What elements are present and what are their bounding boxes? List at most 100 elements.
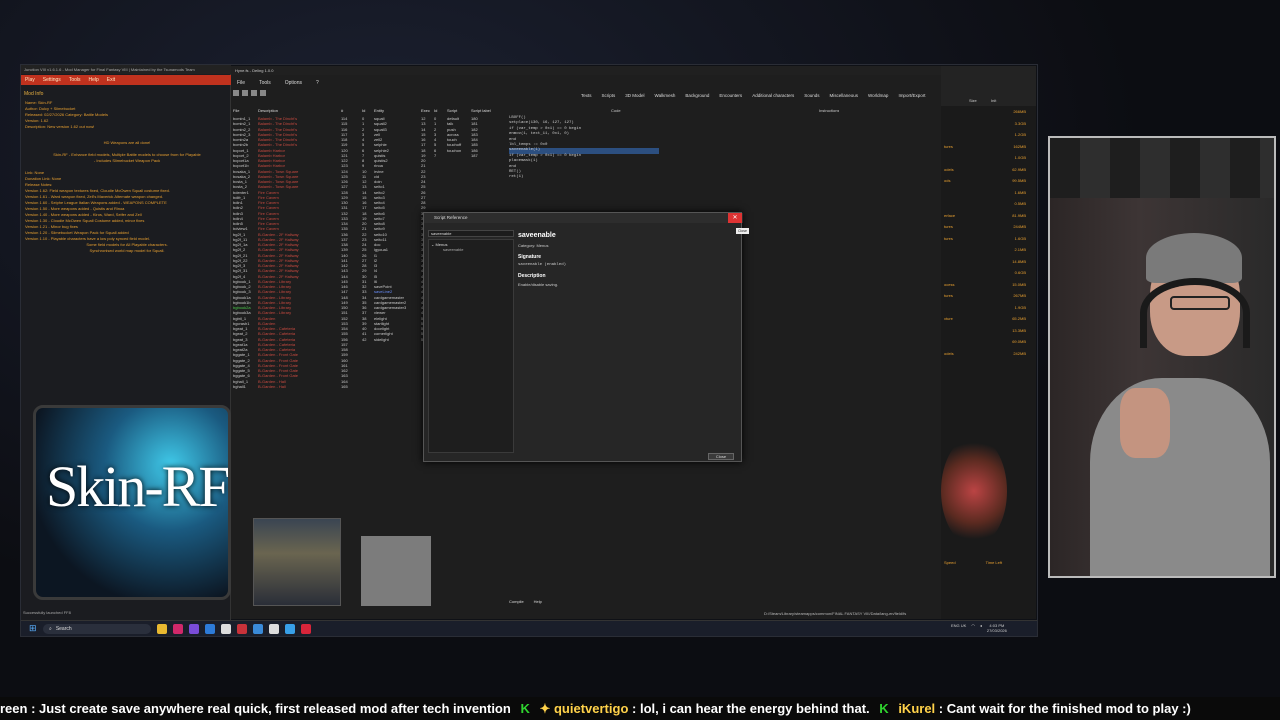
catalog-row[interactable]: 14.8MB xyxy=(941,256,1036,268)
language-indicator[interactable]: ENG UK xyxy=(951,623,966,633)
windows-taskbar: ⊞ ⌕ Search ENG UK ◠ ◂ 4:03 PM 27/03/2026 xyxy=(21,620,1037,636)
menu-file[interactable]: File xyxy=(237,80,245,86)
script-row-id[interactable]: 7 xyxy=(434,153,446,158)
menu-settings[interactable]: Settings xyxy=(43,77,61,83)
open-icon[interactable] xyxy=(233,90,239,96)
tab-3d-model[interactable]: 3D Model xyxy=(625,93,644,98)
catalog-row[interactable]: tures 267MB xyxy=(941,290,1036,302)
file-row-id[interactable]: 165 xyxy=(341,384,353,389)
app-icon[interactable] xyxy=(253,624,263,634)
tree-item-saveenable[interactable]: saveenable xyxy=(431,247,511,252)
menu-tools[interactable]: Tools xyxy=(259,80,271,86)
headphones xyxy=(1140,278,1250,348)
file-column-header[interactable]: File xyxy=(233,108,257,116)
entity-row-name[interactable]: sidelight xyxy=(374,337,420,342)
tab-sounds[interactable]: Sounds xyxy=(804,93,819,98)
app-icon[interactable] xyxy=(189,624,199,634)
catalog-row[interactable]: 3.3GB xyxy=(941,118,1036,130)
entity-id-header[interactable]: Id xyxy=(362,108,372,116)
entity-exec-header[interactable]: Exec xyxy=(421,108,431,116)
save-icon[interactable] xyxy=(242,90,248,96)
tab-walkmesh[interactable]: Walkmesh xyxy=(655,93,676,98)
catalog-row[interactable]: 13.3MB xyxy=(941,325,1036,337)
tab-scripts[interactable]: Scripts xyxy=(602,93,616,98)
compile-button[interactable]: Compile xyxy=(509,599,524,604)
app-icon[interactable] xyxy=(173,624,183,634)
windows-start-icon[interactable]: ⊞ xyxy=(29,624,38,633)
catalog-row[interactable]: tures 162MB xyxy=(941,141,1036,153)
streamer-body xyxy=(1090,378,1270,576)
catalog-row[interactable]: 1.6MB xyxy=(941,187,1036,199)
status-bar: Successfully launched FF8 xyxy=(23,610,71,615)
catalog-row[interactable]: odels 242MB xyxy=(941,348,1036,360)
tab-additional-characters[interactable]: Additional characters xyxy=(752,93,794,98)
entity-list-ids: Id 0 1 2 3 4 5 6 7 8 9 10 11 12 13 14 15 16 17 18 19 20 21 22 23… xyxy=(362,108,372,548)
entity-row-id[interactable]: 42 xyxy=(362,337,372,342)
catalog-row-size: 244MB xyxy=(1013,224,1026,229)
catalog-row[interactable]: odels 62.9MB xyxy=(941,164,1036,176)
preview-thumbnail xyxy=(941,436,1007,546)
script-row-label[interactable]: 187 xyxy=(471,153,505,158)
catalog-row[interactable]: 0.6GB xyxy=(941,267,1036,279)
catalog-row[interactable]: 266MB xyxy=(941,106,1036,118)
tab-import-export[interactable]: Import/Export xyxy=(898,93,925,98)
catalog-row[interactable]: ocess 15.0MB xyxy=(941,279,1036,291)
app-icon[interactable] xyxy=(285,624,295,634)
volume-icon[interactable]: ◂ xyxy=(980,623,982,633)
file-explorer-icon[interactable] xyxy=(157,624,167,634)
catalog-row[interactable]: 2.1MB xyxy=(941,244,1036,256)
download-stats: Speed Time Left xyxy=(941,560,1036,565)
tab-encounters[interactable]: Encounters xyxy=(719,93,742,98)
close-button[interactable]: Close xyxy=(708,453,734,460)
tab-background[interactable]: Background xyxy=(685,93,709,98)
code-editor[interactable]: LBOFF() setplace(130, 16, 127, 127) if (… xyxy=(509,116,659,186)
code-line: ret(1) xyxy=(509,175,524,180)
menu-options[interactable]: Options xyxy=(285,80,302,86)
clock[interactable]: 4:03 PM 27/03/2026 xyxy=(987,623,1007,633)
mod-info-panel: Name: Skin-RF Author: Dulcy + Slimebucke… xyxy=(25,100,229,254)
description-column-header[interactable]: Description xyxy=(258,108,340,116)
file-row-description[interactable]: B-Garden - Hall xyxy=(258,384,340,389)
catalog-row[interactable]: 1.9GB xyxy=(941,302,1036,314)
script-id-header[interactable]: Id xyxy=(434,108,446,116)
taskbar-search[interactable]: ⌕ Search xyxy=(43,624,151,634)
tab-texts[interactable]: Texts xyxy=(581,93,592,98)
function-category: Category: Menus xyxy=(518,243,549,248)
obs-icon[interactable] xyxy=(221,624,231,634)
entity-name-header[interactable]: Entity xyxy=(374,108,420,116)
script-label-header[interactable]: Script label xyxy=(471,108,505,116)
init-header[interactable]: Init xyxy=(991,98,996,103)
steam-icon[interactable] xyxy=(205,624,215,634)
export-icon[interactable] xyxy=(260,90,266,96)
help-button[interactable]: Help xyxy=(534,599,542,604)
file-row-name[interactable]: bghall1 xyxy=(233,384,257,389)
app-icon[interactable] xyxy=(269,624,279,634)
catalog-row-size: 13.3MB xyxy=(1012,327,1026,333)
catalog-row[interactable]: 1.2GB xyxy=(941,129,1036,141)
catalog-row[interactable]: ods 99.5MB xyxy=(941,175,1036,187)
catalog-row[interactable]: xture 65.2MB xyxy=(941,313,1036,325)
tab-worldmap[interactable]: Worldmap xyxy=(868,93,888,98)
script-row-name[interactable]: touchon xyxy=(447,148,469,153)
search-input[interactable] xyxy=(428,230,514,237)
menu-about[interactable]: ? xyxy=(316,80,319,86)
size-header[interactable]: Size xyxy=(969,98,977,103)
wifi-icon[interactable]: ◠ xyxy=(971,623,975,633)
catalog-row[interactable]: tures 244MB xyxy=(941,221,1036,233)
close-icon[interactable]: ✕ xyxy=(728,213,742,223)
catalog-row[interactable]: erface 81.9MB xyxy=(941,210,1036,222)
catalog-row[interactable]: 0.5MB xyxy=(941,198,1036,210)
catalog-row[interactable]: 69.0MB xyxy=(941,336,1036,348)
menu-exit[interactable]: Exit xyxy=(107,77,115,83)
menu-tools[interactable]: Tools xyxy=(69,77,81,83)
app-icon[interactable] xyxy=(237,624,247,634)
save-as-icon[interactable] xyxy=(251,90,257,96)
menu-play[interactable]: Play xyxy=(25,77,35,83)
tab-miscellaneous[interactable]: Miscellaneous xyxy=(829,93,858,98)
id-column-header[interactable]: # xyxy=(341,108,353,116)
script-name-header[interactable]: Script xyxy=(447,108,469,116)
menu-help[interactable]: Help xyxy=(89,77,99,83)
catalog-row[interactable]: tures 1.6GB xyxy=(941,233,1036,245)
catalog-row[interactable]: 1.0GB xyxy=(941,152,1036,164)
junction-app-icon[interactable] xyxy=(301,624,311,634)
